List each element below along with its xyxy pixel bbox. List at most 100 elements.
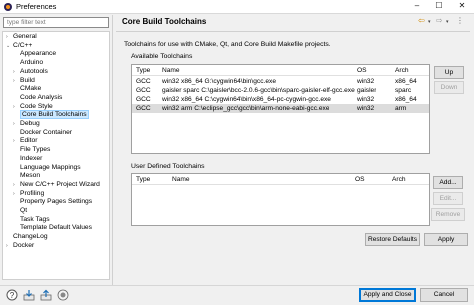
cell-arch: arm (395, 105, 407, 112)
tree-item[interactable]: Language Mappings (13, 164, 81, 173)
table-header: Type Name OS Arch (132, 174, 429, 185)
table-row[interactable]: GCC win32 x86_64 G:\cygwin64\bin\gcc.exe w… (132, 77, 429, 86)
tree-item-label: ChangeLog (13, 233, 48, 241)
tree-item[interactable]: › Docker (6, 242, 34, 251)
chevron-right-icon[interactable]: › (13, 103, 20, 112)
cell-type: GCC (136, 78, 151, 85)
cell-type: GCC (136, 87, 151, 94)
back-arrow-icon[interactable]: ⇦ (418, 16, 425, 25)
tree-item-label: Autotools (20, 67, 48, 75)
tree-item[interactable]: › Debug (13, 120, 40, 129)
tree-item[interactable]: Appearance (13, 50, 56, 59)
column-header-os[interactable]: OS (355, 176, 365, 183)
minimize-icon[interactable]: – (406, 0, 428, 13)
tree-item-label: Build (20, 76, 35, 84)
cancel-button[interactable]: Cancel (420, 288, 468, 302)
tree-item[interactable]: › Build (13, 77, 35, 86)
cell-type: GCC (136, 96, 151, 103)
add-button[interactable]: Add... (433, 176, 463, 189)
page-title: Core Build Toolchains (122, 17, 207, 26)
forward-arrow-icon[interactable]: ⇨ (436, 16, 443, 25)
chevron-right-icon[interactable]: › (13, 77, 20, 86)
tree-item[interactable]: Property Pages Settings (13, 198, 92, 207)
tree-item-label: Property Pages Settings (20, 198, 93, 206)
cell-os: win32 (357, 96, 375, 103)
window-titlebar: Preferences – ☐ ✕ (0, 0, 474, 14)
restore-defaults-button[interactable]: Restore Defaults (365, 233, 420, 246)
tree-item[interactable]: Arduino (13, 59, 43, 68)
close-icon[interactable]: ✕ (451, 0, 473, 13)
tree-item[interactable]: Code Analysis (13, 94, 62, 103)
tree-item-label: Editor (20, 137, 38, 145)
tree-item[interactable]: Indexer (13, 155, 42, 164)
tree-item[interactable]: File Types (13, 146, 50, 155)
tree-item[interactable]: CMake (13, 85, 41, 94)
tree-item[interactable]: ChangeLog (6, 233, 48, 242)
chevron-right-icon[interactable]: › (6, 242, 13, 251)
forward-menu-chevron-icon[interactable]: ▾ (446, 19, 449, 25)
tree-item[interactable]: › General (6, 33, 37, 42)
tree-item[interactable]: › New C/C++ Project Wizard (13, 181, 100, 190)
table-header: Type Name OS Arch (132, 65, 429, 76)
cell-arch: sparc (395, 87, 412, 94)
tree-item[interactable]: Core Build Toolchains (13, 110, 89, 120)
table-row[interactable]: GCC win32 x86_64 C:\cygwin64\bin\x86_64-p… (132, 95, 429, 104)
tree-item[interactable]: Qt (13, 207, 27, 216)
tree-item[interactable]: Docker Container (13, 129, 72, 138)
tree-item-label: Indexer (20, 154, 43, 162)
column-header-os[interactable]: OS (357, 67, 367, 74)
chevron-right-icon[interactable]: › (13, 120, 20, 129)
apply-button[interactable]: Apply (424, 233, 468, 246)
svg-text:?: ? (10, 291, 15, 300)
chevron-down-icon[interactable]: ⌄ (6, 42, 13, 51)
column-header-arch[interactable]: Arch (395, 67, 409, 74)
apply-and-close-button[interactable]: Apply and Close (359, 288, 416, 302)
tree-item[interactable]: › Autotools (13, 68, 48, 77)
table-row[interactable]: GCC win32 arm C:\eclipse_gcc\gcc\bin\arm-… (132, 104, 429, 113)
import-icon[interactable] (23, 289, 35, 301)
column-header-type[interactable]: Type (136, 67, 150, 74)
tree-item[interactable]: › Editor (13, 137, 37, 146)
help-icon[interactable]: ? (6, 289, 18, 301)
tree-item[interactable]: Meson (13, 172, 40, 181)
chevron-right-icon[interactable]: › (13, 137, 20, 146)
cell-arch: x86_64 (395, 78, 417, 85)
edit-button[interactable]: Edit... (433, 192, 463, 205)
user-toolchains-table[interactable]: Type Name OS Arch (131, 173, 430, 226)
chevron-right-icon[interactable]: › (13, 68, 20, 77)
tree-item-label: New C/C++ Project Wizard (20, 180, 100, 188)
remove-button[interactable]: Remove (431, 208, 465, 221)
available-toolchains-table[interactable]: Type Name OS Arch GCC win32 x86_64 G:\cyg… (131, 64, 430, 154)
cell-name: win32 x86_64 C:\cygwin64\bin\x86_64-pc-c… (162, 96, 331, 103)
tree-item-label: Template Default Values (20, 224, 92, 232)
export-icon[interactable] (40, 289, 52, 301)
tree-item-label: CMake (20, 85, 42, 93)
tree-item[interactable]: Template Default Values (13, 224, 92, 233)
table-row[interactable]: GCC gaisler sparc C:\gaisler\bcc-2.0.6-gc… (132, 86, 429, 95)
chevron-right-icon[interactable]: › (6, 33, 13, 42)
chevron-right-icon[interactable]: › (13, 190, 20, 199)
cell-arch: x86_64 (395, 96, 417, 103)
tree-item-label: Qt (20, 207, 28, 214)
column-header-name[interactable]: Name (172, 176, 190, 183)
preference-recorder-icon[interactable] (57, 289, 69, 301)
chevron-right-icon[interactable]: › (13, 181, 20, 190)
cell-name: win32 arm C:\eclipse_gcc\gcc\bin\arm-non… (162, 105, 330, 112)
down-button[interactable]: Down (434, 81, 464, 94)
cell-type: GCC (136, 105, 151, 112)
title-separator (116, 31, 470, 32)
back-menu-chevron-icon[interactable]: ▾ (428, 19, 431, 25)
tree-item[interactable]: › Profiling (13, 190, 44, 199)
filter-input[interactable] (3, 17, 109, 28)
maximize-icon[interactable]: ☐ (428, 0, 450, 13)
pane-splitter[interactable] (112, 15, 113, 285)
column-header-type[interactable]: Type (136, 176, 150, 183)
column-header-arch[interactable]: Arch (392, 176, 406, 183)
tree-item-label: Appearance (20, 50, 57, 58)
column-header-name[interactable]: Name (162, 67, 180, 74)
up-button[interactable]: Up (434, 66, 464, 79)
tree-item-label: Docker (13, 241, 35, 249)
tree-item[interactable]: ⌄ C/C++ (6, 42, 32, 51)
tree-item[interactable]: Task Tags (13, 216, 50, 225)
view-menu-icon[interactable]: ⋮ (456, 16, 464, 25)
